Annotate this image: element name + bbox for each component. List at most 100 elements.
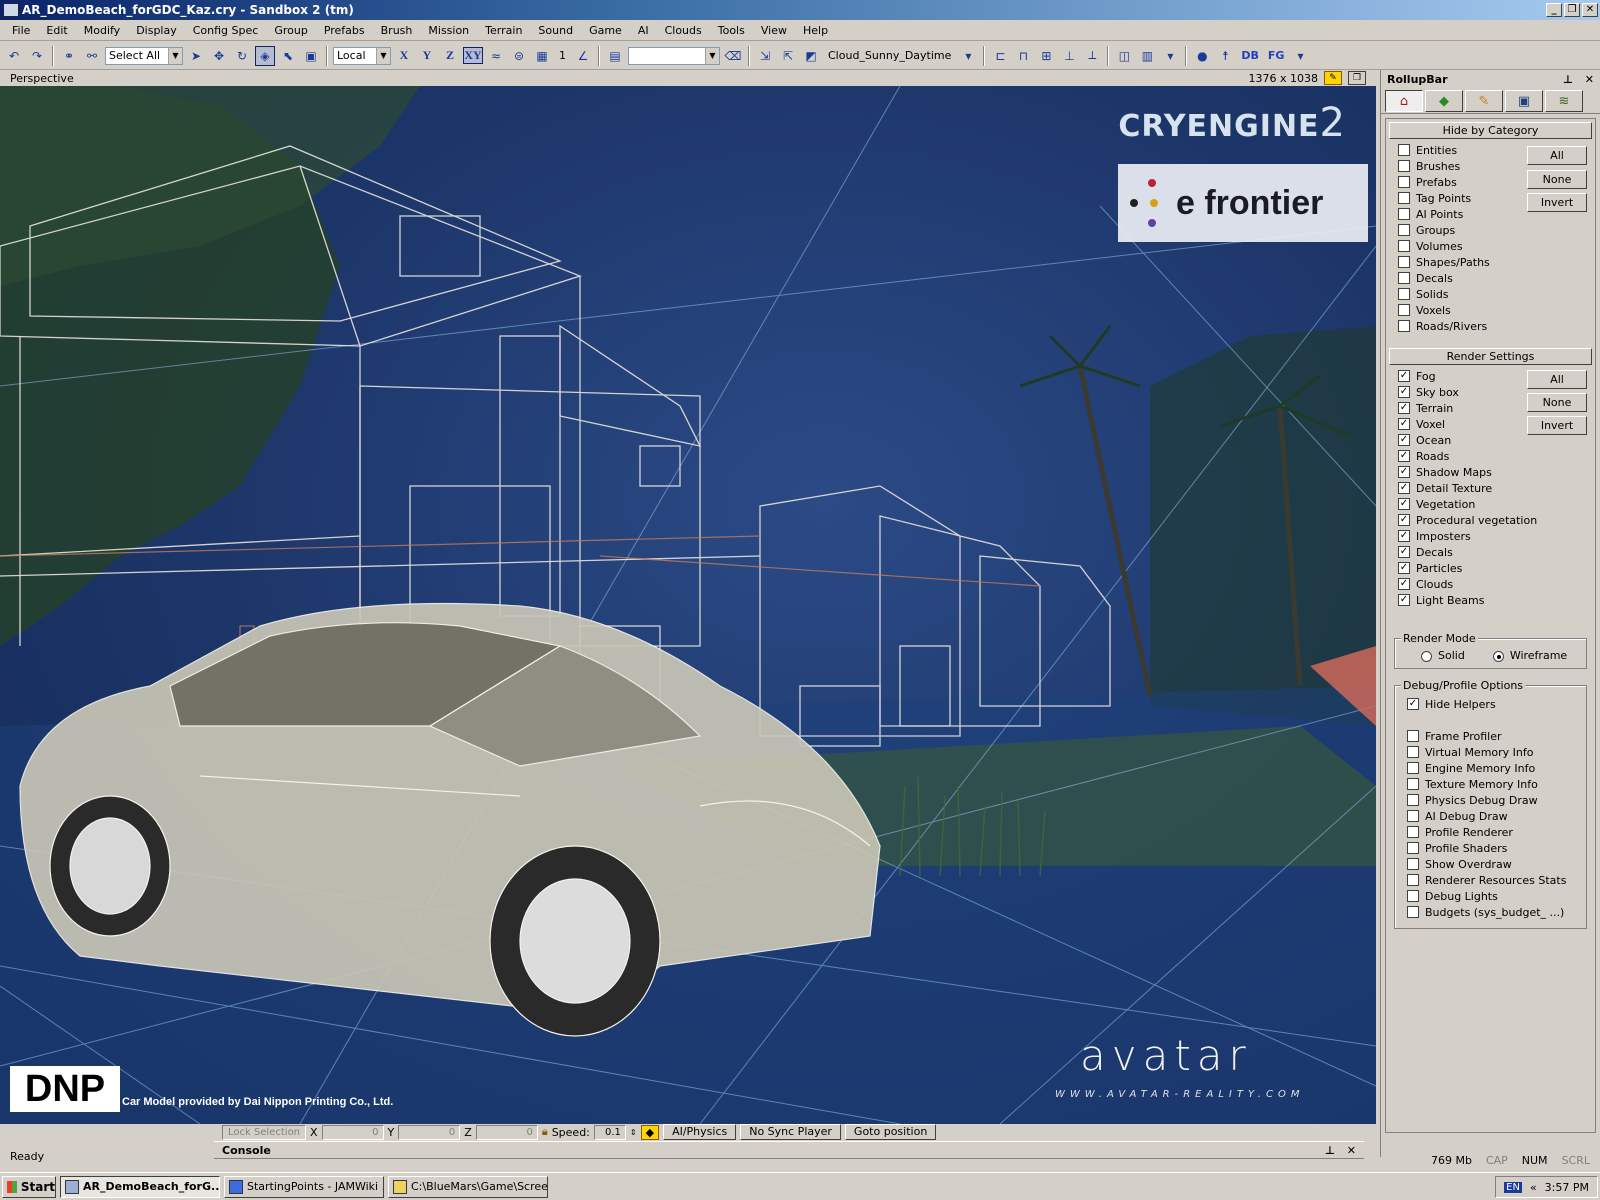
tab-terrain-icon[interactable]: ◆ (1425, 90, 1463, 112)
pin-icon[interactable]: ⊥ (1563, 73, 1573, 86)
checkbox[interactable] (1407, 794, 1419, 806)
debug-profile-shaders[interactable]: Profile Shaders (1407, 840, 1580, 856)
checkbox-checked[interactable]: ✓ (1398, 594, 1410, 606)
checkbox[interactable] (1398, 272, 1410, 284)
category-shapes-paths[interactable]: Shapes/Paths (1398, 254, 1595, 270)
player-icon[interactable]: ☨ (1215, 46, 1235, 66)
radio-button-selected[interactable] (1492, 650, 1504, 662)
render-imposters[interactable]: ✓ Imposters (1398, 528, 1595, 544)
align-terrain-icon[interactable]: ⊥ (1059, 46, 1079, 66)
checkbox[interactable] (1407, 810, 1419, 822)
pin-icon[interactable]: ⊥ (1325, 1144, 1335, 1157)
menu-prefabs[interactable]: Prefabs (316, 21, 373, 40)
angle-snap-icon[interactable]: ∠ (573, 46, 593, 66)
debug-engine-memory-info[interactable]: Engine Memory Info (1407, 760, 1580, 776)
named-selection-icon[interactable]: ▤ (605, 46, 625, 66)
menu-display[interactable]: Display (128, 21, 185, 40)
menu-mission[interactable]: Mission (420, 21, 477, 40)
console-close-icon[interactable]: ✕ (1347, 1144, 1356, 1157)
select-terrain-icon[interactable]: ⬉ (278, 46, 298, 66)
tab-objects-icon[interactable]: ⌂ (1385, 90, 1423, 112)
checkbox-checked[interactable]: ✓ (1398, 562, 1410, 574)
rect-select-icon[interactable]: ▣ (301, 46, 321, 66)
debug-ai-debug-draw[interactable]: AI Debug Draw (1407, 808, 1580, 824)
x-coordinate-field[interactable]: 0 (321, 1124, 384, 1140)
lock-icon[interactable]: 🔒︎ (542, 1125, 548, 1139)
unlink-icon[interactable]: ⚯ (82, 46, 102, 66)
close-button[interactable]: ✕ (1582, 3, 1598, 17)
menu-edit[interactable]: Edit (38, 21, 75, 40)
task-sandbox[interactable]: AR_DemoBeach_forG... (60, 1175, 220, 1198)
menu-config-spec[interactable]: Config Spec (185, 21, 267, 40)
checkbox[interactable] (1407, 730, 1419, 742)
checkbox[interactable] (1407, 826, 1419, 838)
render-mode-wireframe[interactable]: Wireframe (1492, 649, 1567, 662)
checkbox[interactable] (1407, 858, 1419, 870)
menu-view[interactable]: View (753, 21, 795, 40)
render-vegetation[interactable]: ✓ Vegetation (1398, 496, 1595, 512)
chevron-down-icon[interactable]: ▾ (958, 46, 978, 66)
grid-size-value[interactable]: 1 (555, 49, 570, 62)
render-particles[interactable]: ✓ Particles (1398, 560, 1595, 576)
axis-xy-button[interactable]: XY (463, 47, 483, 64)
hide-invert-button[interactable]: Invert (1527, 193, 1587, 212)
checkbox-checked[interactable]: ✓ (1407, 698, 1419, 710)
category-volumes[interactable]: Volumes (1398, 238, 1595, 254)
align-center-icon[interactable]: ⊓ (1013, 46, 1033, 66)
render-invert-button[interactable]: Invert (1527, 416, 1587, 435)
align-left-icon[interactable]: ⊏ (990, 46, 1010, 66)
debug-profile-renderer[interactable]: Profile Renderer (1407, 824, 1580, 840)
checkbox-checked[interactable]: ✓ (1398, 498, 1410, 510)
checkbox[interactable] (1398, 176, 1410, 188)
checkbox[interactable] (1398, 192, 1410, 204)
checkbox[interactable] (1407, 890, 1419, 902)
align-normal-icon[interactable]: ⟂ (1082, 46, 1102, 66)
menu-sound[interactable]: Sound (530, 21, 581, 40)
menu-tools[interactable]: Tools (710, 21, 753, 40)
render-light-beams[interactable]: ✓ Light Beams (1398, 592, 1595, 608)
menu-group[interactable]: Group (266, 21, 316, 40)
language-indicator[interactable]: EN (1504, 1181, 1522, 1193)
category-voxels[interactable]: Voxels (1398, 302, 1595, 318)
speed-stepper-icon[interactable]: ⇕ (630, 1128, 637, 1137)
checkbox[interactable] (1398, 240, 1410, 252)
undo-icon[interactable]: ↶ (4, 46, 24, 66)
checkbox[interactable] (1407, 746, 1419, 758)
start-button[interactable]: Start (2, 1175, 56, 1198)
checkbox[interactable] (1398, 224, 1410, 236)
menu-clouds[interactable]: Clouds (657, 21, 710, 40)
named-selection-select[interactable]: ▼ (628, 46, 720, 65)
menu-help[interactable]: Help (795, 21, 836, 40)
save-layer-icon[interactable]: ⇱ (778, 46, 798, 66)
align-grid-icon[interactable]: ⊞ (1036, 46, 1056, 66)
category-solids[interactable]: Solids (1398, 286, 1595, 302)
ai-physics-button[interactable]: AI/Physics (663, 1124, 737, 1140)
checkbox-checked[interactable]: ✓ (1398, 370, 1410, 382)
render-procedural-vegetation[interactable]: ✓ Procedural vegetation (1398, 512, 1595, 528)
checkbox-checked[interactable]: ✓ (1398, 450, 1410, 462)
menu-ai[interactable]: AI (630, 21, 657, 40)
debug-texture-memory-info[interactable]: Texture Memory Info (1407, 776, 1580, 792)
render-none-button[interactable]: None (1527, 393, 1587, 412)
move-icon[interactable]: ✥ (209, 46, 229, 66)
checkbox-checked[interactable]: ✓ (1398, 402, 1410, 414)
link-icon[interactable]: ⚭ (59, 46, 79, 66)
menu-game[interactable]: Game (581, 21, 630, 40)
z-coordinate-field[interactable]: 0 (475, 1124, 538, 1140)
tray-expand-icon[interactable]: « (1530, 1181, 1537, 1194)
checkbox[interactable] (1398, 208, 1410, 220)
render-shadow-maps[interactable]: ✓ Shadow Maps (1398, 464, 1595, 480)
db-button[interactable]: DB (1238, 49, 1262, 62)
checkbox[interactable] (1398, 256, 1410, 268)
render-roads[interactable]: ✓ Roads (1398, 448, 1595, 464)
render-settings-header[interactable]: Render Settings (1389, 348, 1592, 365)
checkbox-checked[interactable]: ✓ (1398, 514, 1410, 526)
debug-virtual-memory-info[interactable]: Virtual Memory Info (1407, 744, 1580, 760)
object-snap-icon[interactable]: ⊜ (509, 46, 529, 66)
chevron-down-icon[interactable]: ▾ (1290, 46, 1310, 66)
debug-budgets[interactable]: Budgets (sys_budget_ ...) (1407, 904, 1580, 920)
lock-selection-button[interactable]: Lock Selection (222, 1124, 306, 1140)
viewport-name[interactable]: Perspective (10, 72, 74, 85)
render-detail-texture[interactable]: ✓ Detail Texture (1398, 480, 1595, 496)
maximize-viewport-icon[interactable]: ❐ (1348, 71, 1366, 85)
